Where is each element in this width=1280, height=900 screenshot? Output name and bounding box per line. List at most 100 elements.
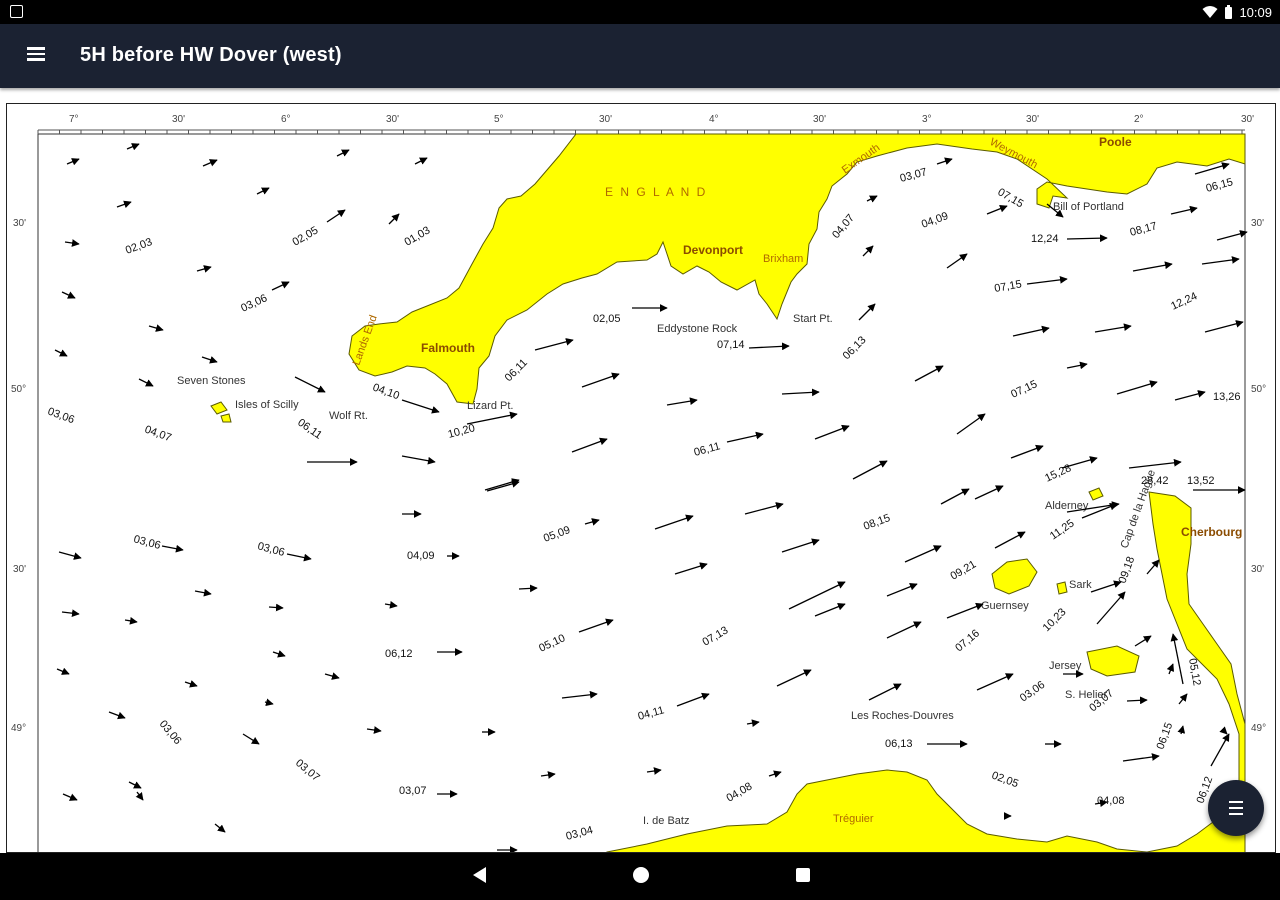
tidal-stream-arrow xyxy=(184,680,198,688)
tidal-stream-arrow xyxy=(196,265,212,273)
tidal-stream-arrow xyxy=(858,303,876,321)
tidal-stream-arrow xyxy=(66,158,80,166)
rate-label: 08,15 xyxy=(862,512,892,533)
tidal-stream-arrow xyxy=(161,544,184,553)
tidal-stream-arrow xyxy=(852,460,888,480)
battery-icon xyxy=(1225,4,1233,19)
tidal-stream-arrow xyxy=(286,553,312,562)
england-landmass xyxy=(348,133,1246,405)
tidal-stream-arrow xyxy=(401,399,440,414)
tidal-stream-arrow xyxy=(1134,635,1152,647)
rate-label: 03,06 xyxy=(1018,679,1047,705)
tidal-stream-arrow xyxy=(540,771,556,779)
tidal-stream-arrow xyxy=(61,609,80,618)
tick-left-1: 30' xyxy=(13,218,26,229)
tidal-stream-arrow xyxy=(326,209,346,223)
rate-label: 06,13 xyxy=(885,738,913,750)
tick-top-6: 30' xyxy=(599,114,612,125)
tidal-stream-arrow xyxy=(726,431,764,443)
tidal-stream-arrow xyxy=(666,397,698,406)
rate-label: 06,12 xyxy=(385,648,413,660)
rate-label: 04,08 xyxy=(1097,795,1125,807)
tidal-stream-arrow xyxy=(466,411,518,425)
tidal-stream-arrow xyxy=(294,376,326,393)
tidal-stream-arrow xyxy=(674,562,708,575)
tidal-stream-arrow xyxy=(1166,663,1175,675)
rate-label: 03,06 xyxy=(132,533,162,552)
tick-right-4: 49° xyxy=(1251,723,1266,734)
start-point-label: Start Pt. xyxy=(793,313,833,325)
tick-top-9: 3° xyxy=(922,114,932,125)
app-bar: 5H before HW Dover (west) xyxy=(0,24,1280,88)
home-icon[interactable] xyxy=(631,865,651,885)
tick-top-3: 6° xyxy=(281,114,291,125)
tidal-stream-arrow xyxy=(646,767,662,775)
rate-label: 06,11 xyxy=(503,357,530,384)
tidal-stream-arrow xyxy=(654,514,694,530)
tidal-stream-arrow xyxy=(138,378,154,387)
tidal-stream-arrow xyxy=(914,365,944,382)
rate-label: 12,24 xyxy=(1169,290,1199,313)
menu-icon[interactable] xyxy=(24,44,48,68)
tidal-stream-arrow xyxy=(1012,325,1050,337)
rate-label: 02,05 xyxy=(291,224,321,248)
rate-label: 01,03 xyxy=(403,224,433,248)
tidal-stream-arrow xyxy=(1010,444,1044,459)
tidal-stream-arrow xyxy=(886,621,922,639)
les-roches-douvres-label: Les Roches-Douvres xyxy=(851,710,954,722)
tidal-stream-arrow xyxy=(1096,591,1126,625)
tidal-stream-arrow xyxy=(534,338,574,351)
tidal-stream-arrow xyxy=(1094,323,1132,333)
tidal-stream-arrow xyxy=(814,602,846,617)
lizard-label: Lizard Pt. xyxy=(467,400,513,412)
tick-top-2: 30' xyxy=(172,114,185,125)
recents-icon[interactable] xyxy=(794,865,812,885)
tidal-stream-arrow xyxy=(1066,234,1108,243)
tick-top-10: 30' xyxy=(1026,114,1039,125)
treguier-label: Tréguier xyxy=(833,813,874,825)
tidal-chart[interactable]: 7° 30' 6° 30' 5° 30' 4° 30' 3° 30' 2° 30… xyxy=(6,103,1276,853)
tidal-stream-arrow xyxy=(904,545,942,563)
rate-label: 04,08 xyxy=(725,780,755,804)
tidal-stream-arrow xyxy=(1170,205,1198,215)
tick-top-1: 7° xyxy=(69,114,79,125)
rate-label: 03,07 xyxy=(399,785,427,797)
rate-label: 10,20 xyxy=(447,422,477,441)
legend-fab-button[interactable] xyxy=(1208,780,1264,836)
tidal-stream-arrow xyxy=(1128,458,1182,469)
tidal-stream-arrow xyxy=(148,324,164,332)
tidal-stream-arrow xyxy=(194,588,212,597)
rate-label: 09,18 xyxy=(1117,555,1138,585)
rate-label: 04,11 xyxy=(637,704,666,723)
tidal-stream-arrow xyxy=(272,650,286,658)
sark-label: Sark xyxy=(1069,579,1092,591)
tidal-stream-arrow xyxy=(64,239,80,247)
jersey-island xyxy=(1086,645,1140,677)
tidal-stream-arrow xyxy=(271,281,290,291)
tick-left-4: 49° xyxy=(11,723,26,734)
scilly-label: Isles of Scilly xyxy=(235,399,299,411)
tidal-stream-arrow xyxy=(1216,230,1248,241)
status-time: 10:09 xyxy=(1239,4,1272,20)
rate-label: 10,23 xyxy=(1041,606,1069,634)
tidal-stream-arrow xyxy=(571,437,608,453)
tidal-chart-map[interactable]: 7° 30' 6° 30' 5° 30' 4° 30' 3° 30' 2° 30… xyxy=(7,104,1276,853)
rate-label: 05,10 xyxy=(537,632,567,655)
back-icon[interactable] xyxy=(470,865,488,885)
tick-right-1: 30' xyxy=(1251,218,1264,229)
tidal-stream-arrow xyxy=(868,683,902,701)
tidal-stream-arrow xyxy=(584,518,600,526)
rate-label: 02,03 xyxy=(124,236,154,257)
tidal-stream-arrow xyxy=(986,204,1008,215)
poole-label: Poole xyxy=(1099,135,1132,149)
rate-label: 06,15 xyxy=(1205,176,1235,195)
tidal-stream-arrow xyxy=(214,823,226,833)
tidal-stream-arrow xyxy=(776,669,812,687)
rate-label: 06,15 xyxy=(1155,721,1176,751)
tick-left-3: 30' xyxy=(13,564,26,575)
falmouth-label: Falmouth xyxy=(421,341,475,355)
wolf-rock-label: Wolf Rt. xyxy=(329,410,368,422)
tidal-stream-arrow xyxy=(561,690,598,699)
tidal-stream-arrow xyxy=(242,733,260,745)
tidal-stream-arrow xyxy=(748,342,790,351)
